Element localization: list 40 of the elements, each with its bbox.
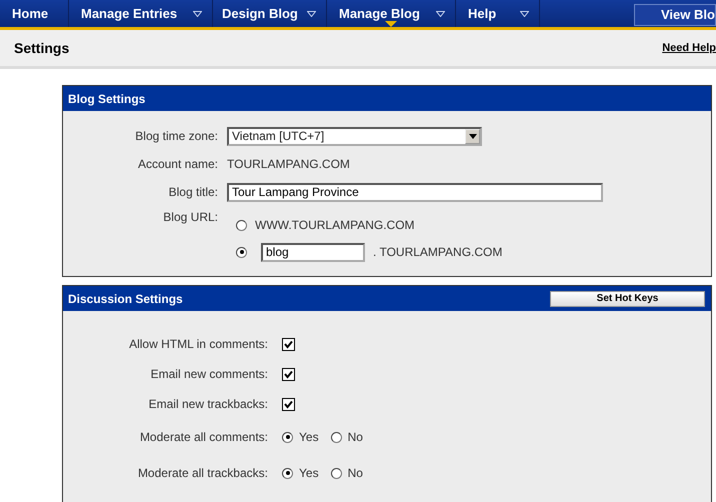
blog-title-field[interactable]: Tour Lampang Province — [227, 182, 603, 202]
checkbox[interactable] — [282, 338, 295, 350]
time-zone-select[interactable]: Vietnam [UTC+7] — [227, 126, 482, 146]
radio-button[interactable] — [236, 220, 247, 230]
radio-button[interactable] — [282, 468, 293, 478]
nav-menu-item[interactable]: Home — [0, 0, 69, 27]
field-label: Blog time zone: — [134, 129, 218, 143]
dropdown-button-icon — [465, 128, 480, 144]
radio-label: Yes — [299, 430, 319, 444]
setting-label: Moderate all trackbacks: — [136, 466, 268, 480]
nav-menu-item[interactable]: Manage Blog — [327, 0, 456, 27]
field-label: Blog URL: — [162, 210, 218, 224]
subdomain-field[interactable]: blog — [261, 242, 365, 262]
domain-suffix: . TOURLAMPANG.COM — [373, 245, 502, 259]
nav-menu-item[interactable]: Manage Entries — [69, 0, 213, 27]
view-blog-button[interactable]: View Blo — [634, 4, 716, 26]
account-name: TOURLAMPANG.COM — [227, 157, 350, 171]
setting-label: Email new comments: — [150, 367, 268, 381]
need-help-link[interactable]: Need Help — [662, 42, 716, 54]
radio-label: Yes — [299, 466, 319, 480]
set-hot-keys-button[interactable]: Set Hot Keys — [550, 290, 705, 306]
radio-button[interactable] — [330, 432, 342, 442]
page-title: Settings — [14, 40, 70, 56]
setting-label: Moderate all comments: — [138, 430, 268, 444]
radio-label: No — [348, 466, 363, 480]
radio-label: No — [348, 430, 363, 444]
setting-label: Allow HTML in comments: — [128, 337, 268, 351]
radio-button[interactable] — [282, 432, 293, 442]
url-option-text: WWW.TOURLAMPANG.COM — [255, 218, 415, 232]
panel-title: Discussion Settings — [68, 292, 183, 306]
checkbox[interactable] — [282, 398, 295, 410]
nav-menu-item[interactable]: Design Blog — [213, 0, 327, 27]
setting-label: Email new trackbacks: — [148, 397, 268, 411]
field-label: Account name: — [136, 157, 218, 171]
nav-menu-item[interactable]: Help — [456, 0, 540, 27]
checkbox[interactable] — [282, 368, 295, 380]
panel-title: Blog Settings — [68, 92, 146, 106]
radio-button[interactable] — [236, 246, 247, 258]
field-label: Blog title: — [168, 185, 218, 199]
radio-button[interactable] — [330, 468, 342, 478]
